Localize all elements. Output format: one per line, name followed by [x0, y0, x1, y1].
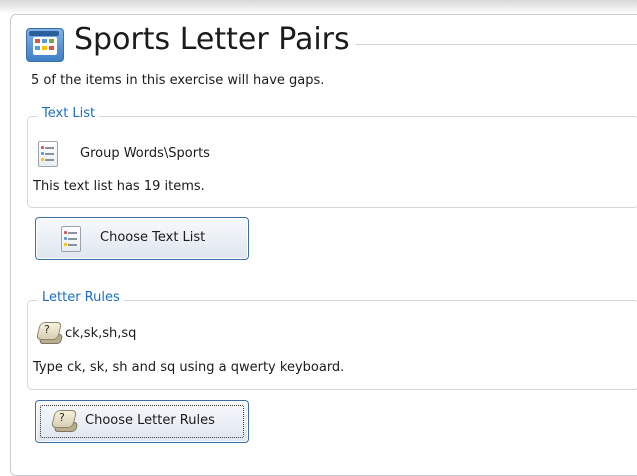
text-list-info: This text list has 19 items.: [33, 179, 205, 194]
letter-key-icon: ?: [35, 322, 64, 344]
title-divider: [330, 44, 637, 45]
choose-text-list-button[interactable]: Choose Text List: [35, 217, 249, 260]
text-list-button-icon: [61, 226, 81, 252]
text-list-icon: [38, 141, 58, 167]
letter-rules-button-icon: ?: [50, 410, 79, 432]
gaps-summary: 5 of the items in this exercise will hav…: [31, 73, 325, 88]
choose-letter-rules-button[interactable]: ? Choose Letter Rules: [35, 400, 249, 443]
letter-rules-name: ck,sk,sh,sq: [65, 326, 137, 341]
exercise-grid-icon: [26, 28, 64, 62]
letter-rules-group: [27, 300, 637, 390]
text-list-group-label: Text List: [38, 106, 100, 121]
letter-rules-info: Type ck, sk, sh and sq using a qwerty ke…: [33, 360, 345, 375]
text-list-name: Group Words\Sports: [80, 146, 210, 161]
choose-letter-rules-label: Choose Letter Rules: [85, 413, 215, 428]
text-list-group: [27, 116, 637, 208]
choose-text-list-label: Choose Text List: [100, 230, 206, 245]
top-shadow: [0, 0, 637, 14]
page-title: Sports Letter Pairs: [74, 22, 356, 57]
letter-rules-group-label: Letter Rules: [38, 290, 124, 305]
